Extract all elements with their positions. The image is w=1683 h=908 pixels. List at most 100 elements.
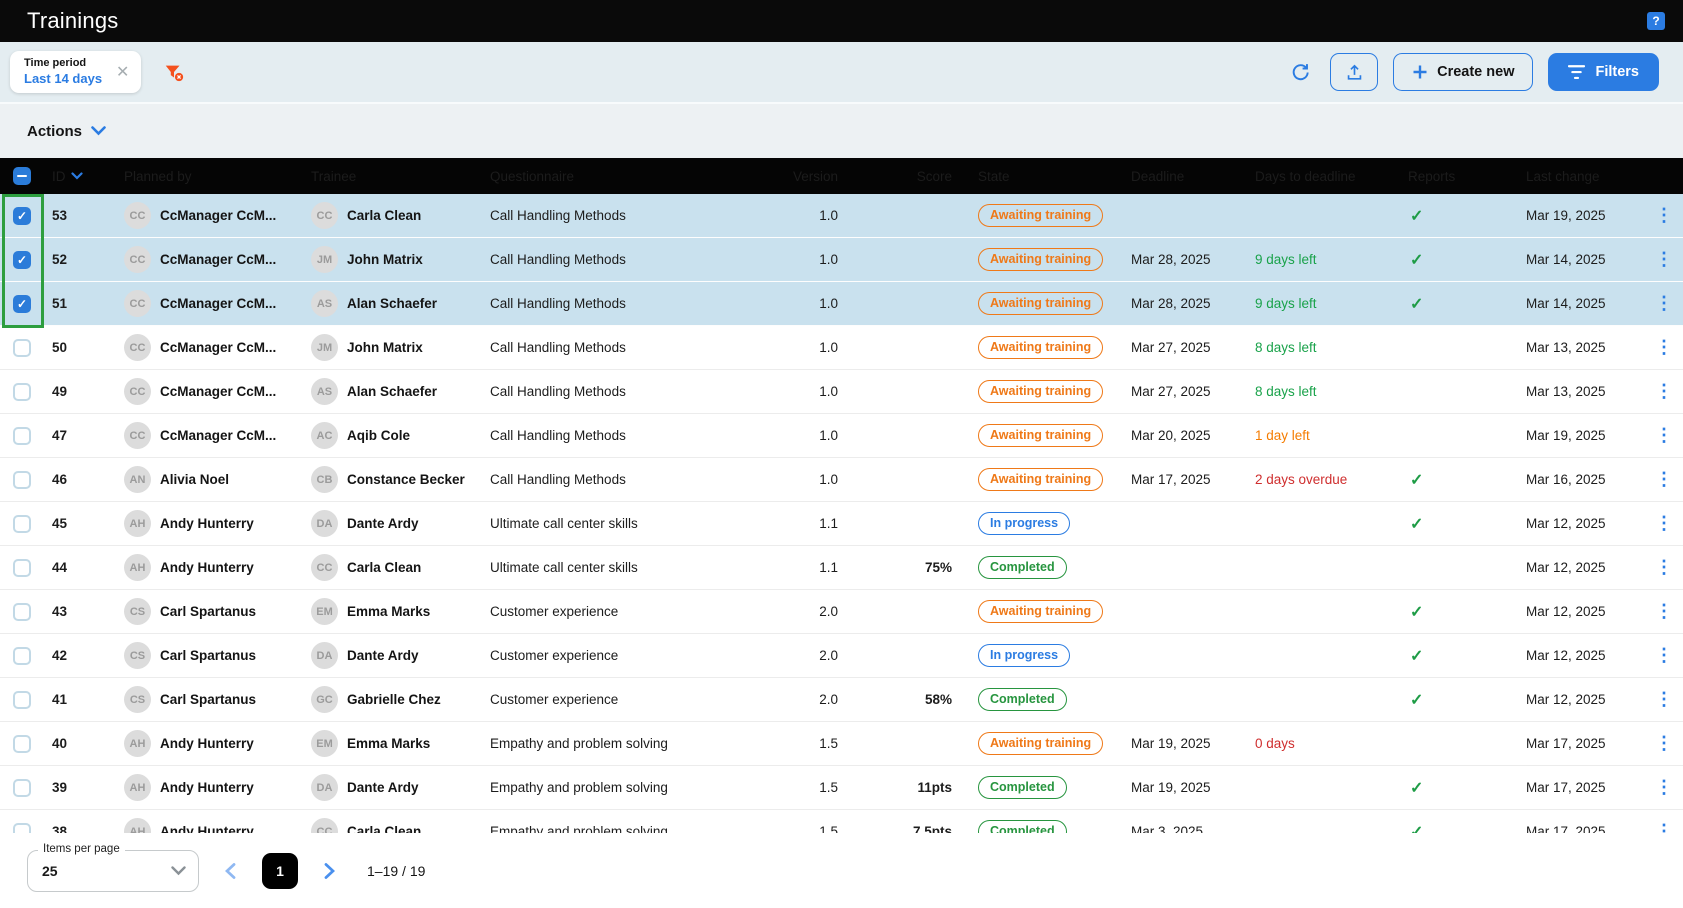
row-checkbox[interactable] [13, 207, 31, 225]
table-row[interactable]: 51 CC CcManager CcM... AS Alan Schaefer … [0, 282, 1683, 326]
column-header-questionnaire[interactable]: Questionnaire [470, 169, 780, 184]
score-cell: 58% [850, 692, 960, 707]
kebab-menu-icon[interactable]: ⋮ [1645, 601, 1683, 622]
trainee-cell: AS Alan Schaefer [300, 290, 470, 317]
kebab-menu-icon[interactable]: ⋮ [1645, 337, 1683, 358]
chevron-down-icon[interactable] [91, 126, 106, 136]
refresh-icon[interactable] [1286, 58, 1315, 87]
column-header-deadline[interactable]: Deadline [1120, 169, 1245, 184]
kebab-menu-icon[interactable]: ⋮ [1645, 777, 1683, 798]
row-checkbox[interactable] [13, 779, 31, 797]
row-checkbox[interactable] [13, 471, 31, 489]
last-change-cell: Mar 17, 2025 [1520, 780, 1645, 795]
state-badge: Awaiting training [978, 204, 1103, 227]
kebab-menu-icon[interactable]: ⋮ [1645, 689, 1683, 710]
report-check-icon: ✓ [1400, 470, 1520, 490]
state-cell: In progress [960, 644, 1120, 667]
create-new-button[interactable]: Create new [1393, 53, 1533, 91]
deadline-cell: Mar 19, 2025 [1120, 736, 1245, 751]
column-header-state[interactable]: State [960, 169, 1120, 184]
kebab-menu-icon[interactable]: ⋮ [1645, 733, 1683, 754]
state-cell: Awaiting training [960, 424, 1120, 447]
state-cell: Awaiting training [960, 468, 1120, 491]
column-header-planned-by[interactable]: Planned by [110, 169, 300, 184]
items-per-page-label: Items per page [38, 843, 125, 855]
kebab-menu-icon[interactable]: ⋮ [1645, 469, 1683, 490]
row-checkbox[interactable] [13, 427, 31, 445]
kebab-menu-icon[interactable]: ⋮ [1645, 293, 1683, 314]
row-checkbox[interactable] [13, 691, 31, 709]
table-row[interactable]: 50 CC CcManager CcM... JM John Matrix Ca… [0, 326, 1683, 370]
export-button[interactable] [1330, 53, 1378, 91]
table-row[interactable]: 39 AH Andy Hunterry DA Dante Ardy Empath… [0, 766, 1683, 810]
table-row[interactable]: 47 CC CcManager CcM... AC Aqib Cole Call… [0, 414, 1683, 458]
create-new-label: Create new [1437, 64, 1514, 80]
row-checkbox[interactable] [13, 295, 31, 313]
table-row[interactable]: 46 AN Alivia Noel CB Constance Becker Ca… [0, 458, 1683, 502]
items-per-page-select[interactable]: Items per page 25 [27, 850, 199, 892]
kebab-menu-icon[interactable]: ⋮ [1645, 205, 1683, 226]
current-page-button[interactable]: 1 [262, 853, 298, 889]
row-id: 40 [44, 736, 110, 751]
column-header-id[interactable]: ID [44, 169, 110, 184]
kebab-menu-icon[interactable]: ⋮ [1645, 513, 1683, 534]
days-to-deadline-cell: 2 days overdue [1245, 472, 1400, 487]
table-row[interactable]: 40 AH Andy Hunterry EM Emma Marks Empath… [0, 722, 1683, 766]
row-checkbox[interactable] [13, 559, 31, 577]
table-row[interactable]: 52 CC CcManager CcM... JM John Matrix Ca… [0, 238, 1683, 282]
planned-by-cell: CC CcManager CcM... [110, 422, 300, 449]
actions-menu[interactable]: Actions [27, 123, 82, 140]
close-icon[interactable]: ✕ [114, 62, 131, 82]
kebab-menu-icon[interactable]: ⋮ [1645, 249, 1683, 270]
title-bar: Trainings ? [0, 0, 1683, 42]
column-header-days-to-deadline[interactable]: Days to deadline [1245, 169, 1400, 184]
kebab-menu-icon[interactable]: ⋮ [1645, 557, 1683, 578]
column-header-score[interactable]: Score [850, 169, 960, 184]
version-cell: 1.0 [780, 428, 850, 443]
table-row[interactable]: 43 CS Carl Spartanus EM Emma Marks Custo… [0, 590, 1683, 634]
column-header-version[interactable]: Version [780, 169, 850, 184]
time-period-filter-chip[interactable]: Time period Last 14 days ✕ [10, 51, 141, 93]
previous-page-button[interactable] [221, 859, 240, 883]
table-row[interactable]: 44 AH Andy Hunterry CC Carla Clean Ultim… [0, 546, 1683, 590]
version-cell: 1.0 [780, 340, 850, 355]
kebab-menu-icon[interactable]: ⋮ [1645, 381, 1683, 402]
row-checkbox[interactable] [13, 735, 31, 753]
questionnaire-cell: Call Handling Methods [470, 252, 780, 267]
version-cell: 1.1 [780, 560, 850, 575]
table-row[interactable]: 38 AH Andy Hunterry CC Carla Clean Empat… [0, 810, 1683, 833]
row-checkbox[interactable] [13, 251, 31, 269]
trainee-cell: AS Alan Schaefer [300, 378, 470, 405]
state-badge: Awaiting training [978, 424, 1103, 447]
state-badge: Awaiting training [978, 292, 1103, 315]
row-checkbox[interactable] [13, 339, 31, 357]
kebab-menu-icon[interactable]: ⋮ [1645, 425, 1683, 446]
help-icon[interactable]: ? [1647, 12, 1665, 30]
table-row[interactable]: 53 CC CcManager CcM... CC Carla Clean Ca… [0, 194, 1683, 238]
table-row[interactable]: 41 CS Carl Spartanus GC Gabrielle Chez C… [0, 678, 1683, 722]
table-row[interactable]: 45 AH Andy Hunterry DA Dante Ardy Ultima… [0, 502, 1683, 546]
row-checkbox[interactable] [13, 823, 31, 834]
row-checkbox[interactable] [13, 383, 31, 401]
column-header-reports[interactable]: Reports [1400, 169, 1520, 184]
avatar: AH [124, 510, 151, 537]
version-cell: 2.0 [780, 692, 850, 707]
state-badge: Completed [978, 556, 1067, 579]
row-checkbox[interactable] [13, 515, 31, 533]
row-id: 43 [44, 604, 110, 619]
kebab-menu-icon[interactable]: ⋮ [1645, 645, 1683, 666]
days-to-deadline-cell: 8 days left [1245, 384, 1400, 399]
row-checkbox[interactable] [13, 603, 31, 621]
column-header-last-change[interactable]: Last change [1520, 169, 1645, 184]
filters-button[interactable]: Filters [1548, 53, 1659, 91]
row-checkbox[interactable] [13, 647, 31, 665]
select-all-checkbox[interactable] [13, 167, 31, 185]
planned-by-cell: CC CcManager CcM... [110, 290, 300, 317]
next-page-button[interactable] [320, 859, 339, 883]
clear-filters-icon[interactable] [163, 61, 185, 83]
table-row[interactable]: 42 CS Carl Spartanus DA Dante Ardy Custo… [0, 634, 1683, 678]
table-row[interactable]: 49 CC CcManager CcM... AS Alan Schaefer … [0, 370, 1683, 414]
column-header-trainee[interactable]: Trainee [300, 169, 470, 184]
kebab-menu-icon[interactable]: ⋮ [1645, 821, 1683, 833]
trainee-cell: CC Carla Clean [300, 818, 470, 833]
